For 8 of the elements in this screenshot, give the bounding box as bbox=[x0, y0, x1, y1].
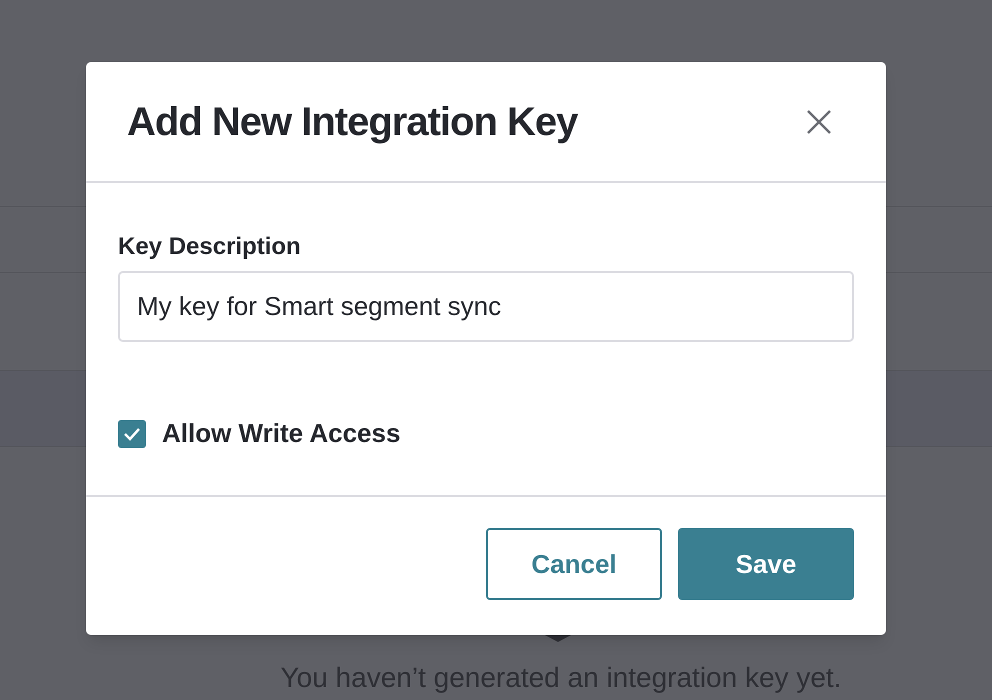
cancel-button[interactable]: Cancel bbox=[486, 528, 662, 600]
save-button[interactable]: Save bbox=[678, 528, 854, 600]
checkbox[interactable] bbox=[118, 420, 146, 448]
field-label: Key Description bbox=[118, 235, 302, 259]
dialog-title: Add New Integration Key bbox=[127, 98, 578, 146]
key-description-field[interactable]: My key for Smart segment sync bbox=[118, 271, 854, 342]
check-icon bbox=[123, 426, 141, 440]
checkbox-label: Allow Write Access bbox=[162, 417, 400, 450]
